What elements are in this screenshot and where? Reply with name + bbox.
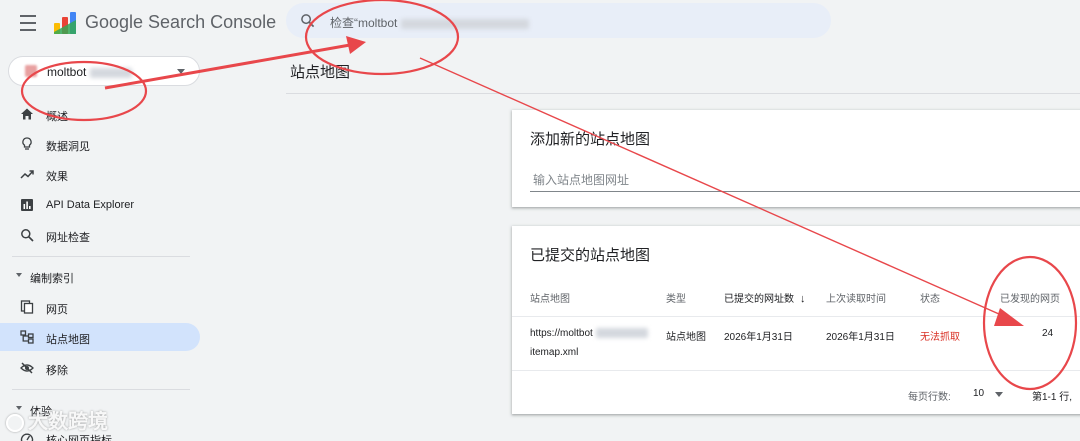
property-name: moltbot	[47, 65, 132, 79]
sidebar-item-label: 网页	[46, 304, 68, 316]
sidebar-item-api-data-explorer[interactable]: API Data Explorer	[0, 191, 200, 219]
column-header-sitemap[interactable]: 站点地图	[530, 290, 570, 305]
caret-down-icon	[16, 273, 22, 277]
menu-icon[interactable]	[18, 13, 38, 33]
trending-up-icon	[20, 170, 34, 179]
sidebar-item-url-inspection[interactable]: 网址检查	[0, 221, 200, 249]
card-title: 已提交的站点地图	[530, 247, 651, 264]
sidebar-item-overview[interactable]: 概述	[0, 100, 200, 128]
discovered-pages-cell: 24	[1042, 328, 1054, 339]
sidebar-section-label: 编制索引	[30, 273, 74, 285]
sidebar-item-removals[interactable]: 移除	[0, 354, 200, 382]
submitted-date-cell: 2026年1月31日	[724, 332, 793, 343]
submitted-sitemaps-card: 已提交的站点地图 站点地图 类型 已提交的网址数 ↓ 上次读取时间 状态 已发现的…	[512, 226, 1080, 414]
chevron-down-icon[interactable]	[995, 392, 1003, 397]
watermark-text: 大数跨境	[28, 411, 108, 433]
rows-per-page-label: 每页行数:	[908, 392, 951, 403]
column-header-submitted-urls[interactable]: 已提交的网址数 ↓	[724, 290, 806, 305]
pages-icon	[20, 300, 34, 314]
sidebar-item-performance[interactable]: 效果	[0, 160, 200, 188]
redacted-text	[595, 328, 648, 339]
card-title: 添加新的站点地图	[530, 131, 651, 148]
type-cell: 站点地图	[666, 332, 706, 343]
sidebar-divider	[12, 256, 190, 257]
watermark-logo-icon	[6, 413, 24, 432]
page-title: 站点地图	[290, 64, 351, 81]
column-header-status[interactable]: 状态	[920, 290, 960, 305]
search-text-value: 检查“moltbot	[330, 16, 398, 30]
property-selector[interactable]: moltbot	[8, 56, 200, 86]
sidebar-item-label: 数据洞见	[46, 141, 90, 153]
sidebar-section-indexing[interactable]: 编制索引	[0, 265, 200, 287]
sidebar-item-pages[interactable]: 网页	[0, 293, 200, 321]
chevron-down-icon	[177, 69, 185, 74]
url-inspection-search[interactable]: 检查“moltbot	[286, 3, 831, 38]
last-read-date-cell: 2026年1月31日	[826, 332, 895, 343]
home-icon	[21, 108, 33, 120]
search-console-logo-icon	[54, 12, 76, 34]
row-divider	[512, 370, 1080, 371]
sidebar-item-label: API Data Explorer	[46, 199, 135, 211]
sidebar-item-label: 网址检查	[46, 232, 90, 244]
sitemap-url-cell[interactable]: https://moltbot	[530, 328, 648, 339]
sitemap-url-text: https://moltbot	[530, 328, 593, 339]
column-header-type[interactable]: 类型	[666, 290, 686, 305]
sidebar-item-sitemaps[interactable]: 站点地图	[0, 323, 200, 351]
sidebar-item-label: 站点地图	[46, 334, 90, 346]
arrow-down-icon: ↓	[800, 293, 806, 305]
bar-chart-icon	[21, 199, 33, 211]
watermark: 大数跨境	[6, 405, 108, 434]
sidebar-item-label: 概述	[46, 111, 68, 123]
search-icon	[21, 229, 34, 242]
column-header-last-read[interactable]: 上次读取时间	[826, 290, 886, 305]
column-header-label: 已提交的网址数	[724, 294, 794, 305]
row-divider	[512, 316, 1080, 317]
pagination-range: 第1-1 行,	[1032, 392, 1073, 403]
lightbulb-icon	[22, 137, 32, 150]
sidebar-item-label: 移除	[46, 365, 68, 377]
app-header: Google Search Console 检查“moltbot	[0, 0, 1080, 48]
rows-per-page-select[interactable]: 10	[973, 388, 984, 399]
visibility-off-icon	[20, 362, 34, 374]
search-icon	[301, 14, 315, 28]
sitemap-icon	[20, 330, 34, 344]
status-cell: 无法抓取	[920, 332, 960, 343]
add-sitemap-card: 添加新的站点地图	[512, 110, 1080, 207]
sidebar-divider	[12, 389, 190, 390]
sitemap-url-line2: itemap.xml	[530, 347, 579, 358]
property-favicon	[25, 65, 37, 77]
search-input[interactable]: 检查“moltbot	[330, 14, 529, 31]
redacted-text	[400, 18, 529, 29]
sidebar-item-insights[interactable]: 数据洞见	[0, 130, 200, 158]
column-header-discovered-pages[interactable]: 已发现的网页	[1000, 290, 1060, 305]
sidebar-item-label: 效果	[46, 171, 68, 183]
sitemap-url-input[interactable]	[530, 168, 1080, 192]
property-name-text: moltbot	[47, 65, 87, 79]
redacted-text	[89, 67, 132, 78]
title-divider	[286, 93, 1080, 94]
app-name[interactable]: Google Search Console	[85, 12, 276, 33]
